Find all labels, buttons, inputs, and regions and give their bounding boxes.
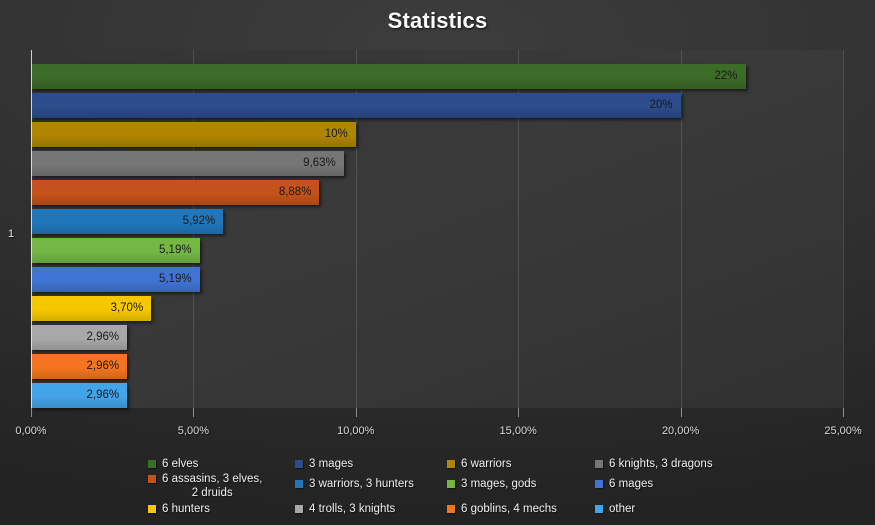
bar-value-label: 2,96% <box>86 360 120 372</box>
legend-item[interactable]: 6 warriors <box>447 457 511 471</box>
bar-value-label: 5,92% <box>182 215 216 227</box>
bar-value-label: 2,96% <box>86 331 120 343</box>
legend-color-swatch <box>148 505 156 513</box>
plot-area: 22% 20% 10% 9,63% 8,88% 5,92% 5,19% 5,19% 3,70% 2… <box>31 50 844 408</box>
x-axis-tick-label: 15,00% <box>499 425 537 437</box>
bar-row[interactable]: 3,70% <box>31 296 843 321</box>
legend-item[interactable]: 4 trolls, 3 knights <box>295 502 395 516</box>
bar-value-label: 3,70% <box>110 302 144 314</box>
bar-value-label: 10% <box>324 128 348 140</box>
legend-color-swatch <box>295 480 303 488</box>
legend-item-label: 3 mages, gods <box>461 478 537 490</box>
legend-color-swatch <box>148 475 156 483</box>
chart-title: Statistics <box>387 8 488 33</box>
bar-value-label: 20% <box>649 99 673 111</box>
bar-value-label: 22% <box>714 70 738 82</box>
x-axis-tick-label: 10,00% <box>337 425 375 437</box>
legend-color-swatch <box>447 505 455 513</box>
legend-item-label: 6 elves <box>162 458 199 470</box>
chart-legend: 6 elves 6 assasins, 3 elves, 2 druids 6 hu… <box>0 450 875 522</box>
x-axis-tick-label: 5,00% <box>177 425 209 437</box>
legend-color-swatch <box>447 480 455 488</box>
gridline <box>843 50 844 408</box>
legend-item[interactable]: 3 mages <box>295 457 353 471</box>
legend-color-swatch <box>595 460 603 468</box>
bar-value-label: 9,63% <box>303 157 336 169</box>
legend-item-label: 6 knights, 3 dragons <box>609 458 713 470</box>
x-axis-tick-label: 20,00% <box>661 425 700 437</box>
bar-row[interactable]: 5,92% <box>31 209 843 234</box>
legend-item[interactable]: 3 mages, gods <box>447 477 536 491</box>
bar-row[interactable]: 20% <box>31 93 843 118</box>
x-axis-tick-label: 0,00% <box>15 425 47 437</box>
x-axis-tick-mark <box>680 408 682 417</box>
legend-item-label: 6 mages <box>609 478 654 490</box>
bar-value-label: 5,19% <box>158 244 192 256</box>
legend-color-swatch <box>595 505 603 513</box>
chart-container: Statistics 22% 20% 10% 9,63% 8,88% 5,92% 5,19%… <box>0 0 875 525</box>
bar-row[interactable]: 5,19% <box>31 267 843 292</box>
legend-item[interactable]: 6 mages <box>595 477 653 491</box>
bar-row[interactable]: 9,63% <box>31 151 843 176</box>
bar-row[interactable]: 22% <box>31 64 843 89</box>
legend-item[interactable]: 6 hunters <box>148 502 210 516</box>
y-axis-line <box>31 50 32 408</box>
legend-item[interactable]: 3 warriors, 3 hunters <box>295 477 414 491</box>
bar-value-label: 5,19% <box>158 273 192 285</box>
bar-row[interactable]: 2,96% <box>31 383 843 408</box>
y-axis-category-label: 1 <box>8 228 15 240</box>
legend-item-label: 6 goblins, 4 mechs <box>461 503 557 515</box>
legend-item-label: other <box>609 503 636 515</box>
legend-color-swatch <box>148 460 156 468</box>
legend-color-swatch <box>595 480 603 488</box>
legend-color-swatch <box>447 460 455 468</box>
legend-item[interactable]: 6 elves <box>148 457 198 471</box>
x-axis-tick-mark <box>518 408 520 417</box>
legend-item-label: 3 warriors, 3 hunters <box>309 478 414 490</box>
legend-color-swatch <box>295 505 303 513</box>
legend-item-label: 6 hunters <box>162 503 210 515</box>
bar-value-label: 2,96% <box>86 389 120 401</box>
legend-item-label: 6 warriors <box>461 458 512 470</box>
x-axis-tick-mark <box>355 408 357 417</box>
legend-item[interactable]: other <box>595 502 635 516</box>
legend-item[interactable]: 6 goblins, 4 mechs <box>447 502 557 516</box>
legend-item-label: 6 assasins, 3 elves, 2 druids <box>162 473 263 499</box>
bar-row[interactable]: 10% <box>31 122 843 147</box>
bar-row[interactable]: 2,96% <box>31 354 843 379</box>
bar-row[interactable]: 2,96% <box>31 325 843 350</box>
bar-row[interactable]: 8,88% <box>31 180 843 205</box>
x-axis-tick-mark <box>843 408 844 417</box>
legend-item-label: 4 trolls, 3 knights <box>309 503 396 515</box>
bar-row[interactable]: 5,19% <box>31 238 843 263</box>
legend-item-label: 3 mages <box>309 458 354 470</box>
x-axis-tick-label: 25,00% <box>824 425 862 437</box>
x-axis-tick-mark <box>31 408 32 417</box>
bar-value-label: 8,88% <box>278 186 312 198</box>
legend-color-swatch <box>295 460 303 468</box>
legend-item[interactable]: 6 knights, 3 dragons <box>595 457 713 471</box>
legend-item[interactable]: 6 assasins, 3 elves, 2 druids <box>148 472 262 500</box>
x-axis-tick-mark <box>193 408 195 417</box>
